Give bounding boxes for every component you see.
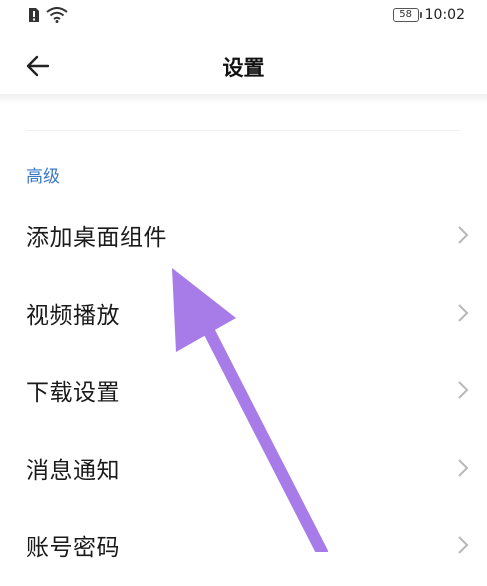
status-right: 58 10:02	[392, 7, 465, 23]
chevron-right-icon	[457, 535, 469, 555]
status-bar: 58 10:02	[0, 0, 487, 34]
chevron-right-icon	[457, 225, 469, 245]
list-item-notifications[interactable]: 消息通知	[0, 431, 487, 509]
status-time: 10:02	[424, 7, 465, 23]
wifi-icon	[46, 7, 68, 23]
chevron-right-icon	[457, 458, 469, 478]
list-item-account-password[interactable]: 账号密码	[0, 508, 487, 586]
battery-level: 58	[399, 9, 412, 20]
list-item-video-playback[interactable]: 视频播放	[0, 276, 487, 354]
page-title: 设置	[222, 56, 265, 80]
list-item-label: 账号密码	[26, 535, 120, 561]
list-item-download-settings[interactable]: 下载设置	[0, 353, 487, 431]
section-header-advanced: 高级	[26, 167, 60, 187]
list-item-label: 下载设置	[26, 380, 120, 406]
status-left	[28, 7, 68, 23]
list-item-label: 消息通知	[26, 457, 120, 484]
section-divider	[26, 130, 461, 131]
list-item-add-widget[interactable]: 添加桌面组件	[0, 198, 487, 276]
list-item-label: 添加桌面组件	[26, 225, 167, 251]
sim-alert-icon	[28, 7, 40, 23]
battery-icon: 58	[392, 8, 422, 22]
app-header: 设置	[0, 34, 487, 96]
settings-list: 添加桌面组件 视频播放 下载设置 消息通知 账号密码	[0, 198, 487, 586]
chevron-right-icon	[457, 380, 469, 400]
header-shadow	[0, 94, 487, 104]
list-item-label: 视频播放	[26, 302, 120, 329]
chevron-right-icon	[457, 303, 469, 323]
